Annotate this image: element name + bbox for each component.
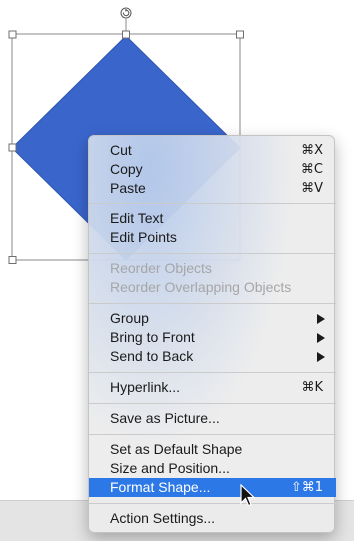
menu-item-send-to-back[interactable]: Send to Back	[89, 347, 336, 366]
menu-item-set-default-shape[interactable]: Set as Default Shape	[89, 440, 336, 459]
resize-handle-top-left[interactable]	[8, 30, 17, 39]
resize-handle-middle-left[interactable]	[8, 143, 17, 152]
shortcut-label: ⇧⌘1	[290, 480, 323, 495]
shortcut-label: ⌘K	[301, 380, 323, 395]
menu-item-group[interactable]: Group	[89, 309, 336, 328]
menu-separator	[89, 434, 336, 435]
resize-handle-top-center[interactable]	[122, 30, 130, 39]
menu-item-label: Bring to Front	[110, 329, 195, 345]
mouse-pointer-icon	[240, 484, 256, 507]
menu-item-label: Reorder Overlapping Objects	[110, 279, 292, 295]
rotate-icon[interactable]	[120, 7, 132, 19]
chevron-right-icon	[317, 314, 325, 324]
chevron-right-icon	[317, 352, 325, 362]
menu-item-label: Copy	[110, 161, 143, 177]
menu-item-label: Format Shape...	[110, 479, 211, 495]
menu-item-copy[interactable]: Copy ⌘C	[89, 160, 336, 179]
menu-item-paste[interactable]: Paste ⌘V	[89, 179, 336, 198]
menu-item-action-settings[interactable]: Action Settings...	[89, 509, 336, 528]
menu-separator	[89, 203, 336, 204]
menu-item-label: Edit Points	[110, 229, 177, 245]
menu-item-label: Set as Default Shape	[110, 441, 243, 457]
menu-item-size-and-position[interactable]: Size and Position...	[89, 459, 336, 478]
menu-item-save-as-picture[interactable]: Save as Picture...	[89, 409, 336, 428]
shortcut-label: ⌘V	[301, 181, 323, 196]
menu-item-label: Edit Text	[110, 210, 164, 226]
menu-item-edit-points[interactable]: Edit Points	[89, 228, 336, 247]
menu-item-label: Paste	[110, 180, 146, 196]
menu-item-label: Action Settings...	[110, 510, 216, 526]
menu-item-cut[interactable]: Cut ⌘X	[89, 141, 336, 160]
menu-separator	[89, 403, 336, 404]
menu-item-label: Hyperlink...	[110, 379, 181, 395]
menu-item-label: Group	[110, 310, 149, 326]
menu-separator	[89, 503, 336, 504]
context-menu: Cut ⌘X Copy ⌘C Paste ⌘V Edit Text Edit P…	[88, 135, 336, 533]
chevron-right-icon	[317, 333, 325, 343]
menu-separator	[89, 253, 336, 254]
resize-handle-top-right[interactable]	[236, 30, 244, 39]
menu-separator	[89, 372, 336, 373]
menu-item-label: Save as Picture...	[110, 410, 220, 426]
menu-item-hyperlink[interactable]: Hyperlink... ⌘K	[89, 378, 336, 397]
menu-item-label: Reorder Objects	[110, 260, 212, 276]
menu-item-bring-to-front[interactable]: Bring to Front	[89, 328, 336, 347]
menu-item-label: Size and Position...	[110, 460, 230, 476]
menu-item-label: Send to Back	[110, 348, 194, 364]
shortcut-label: ⌘C	[300, 162, 323, 177]
menu-item-reorder-overlapping-objects: Reorder Overlapping Objects	[89, 278, 336, 297]
menu-item-format-shape[interactable]: Format Shape... ⇧⌘1	[89, 478, 336, 497]
shortcut-label: ⌘X	[301, 143, 323, 158]
resize-handle-bottom-left[interactable]	[8, 256, 17, 264]
menu-separator	[89, 303, 336, 304]
menu-item-edit-text[interactable]: Edit Text	[89, 209, 336, 228]
menu-item-label: Cut	[110, 142, 132, 158]
menu-item-reorder-objects: Reorder Objects	[89, 259, 336, 278]
